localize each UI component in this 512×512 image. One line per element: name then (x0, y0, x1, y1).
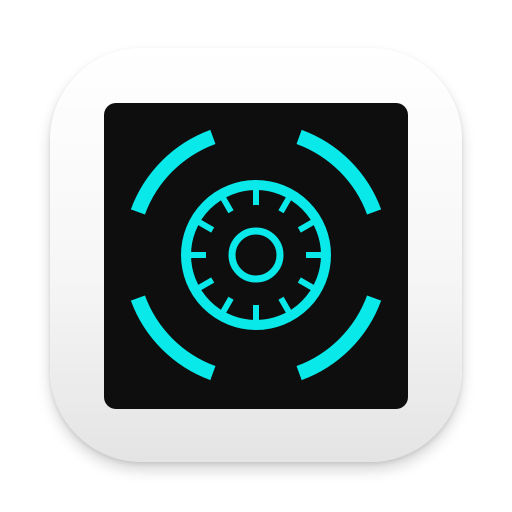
dial-graphic (104, 103, 408, 409)
dial-vault-icon[interactable] (104, 103, 408, 409)
icon-stage (0, 0, 512, 512)
icon-background (104, 103, 408, 409)
